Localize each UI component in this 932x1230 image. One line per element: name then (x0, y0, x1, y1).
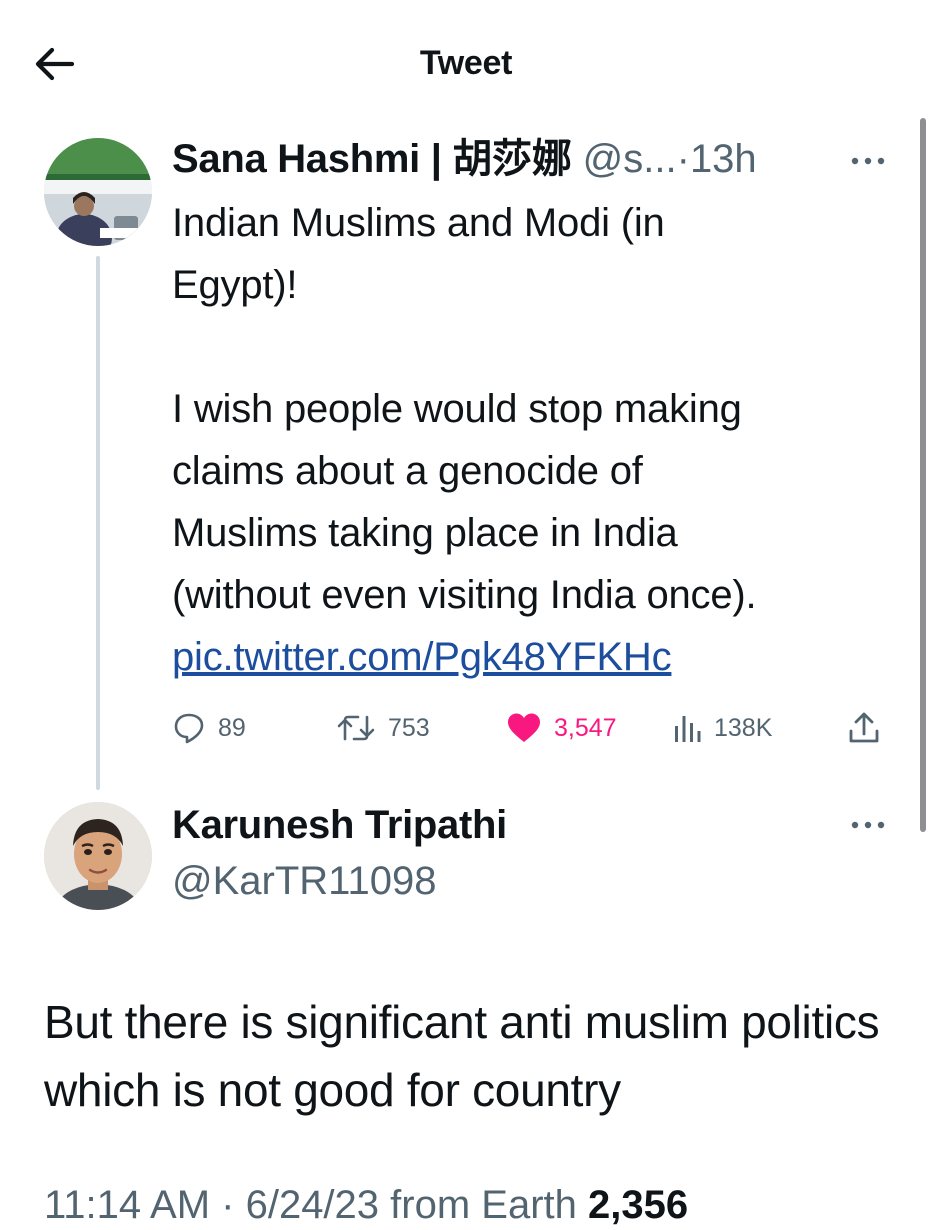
author-name[interactable]: Sana Hashmi | 胡莎娜 (172, 137, 572, 181)
profile-photo-icon (44, 802, 152, 910)
tweet-view-count: 2,356 (588, 1183, 689, 1227)
reply-author-handle[interactable]: @KarTR11098 (172, 856, 436, 906)
reply-text: But there is significant anti muslim pol… (44, 996, 880, 1116)
author-handle[interactable]: @s... (583, 137, 677, 181)
retweet-button[interactable]: 753 (336, 706, 430, 750)
reply-author-name[interactable]: Karunesh Tripathi (172, 800, 507, 850)
like-count: 3,547 (554, 713, 617, 742)
more-options-button[interactable] (846, 146, 890, 176)
tweet-text: Indian Muslims and Modi (in Egypt)! I wi… (172, 192, 892, 688)
share-button[interactable] (846, 706, 894, 750)
more-dots-icon (851, 821, 885, 829)
like-button[interactable]: 3,547 (506, 706, 617, 750)
tweet-timestamp: 11:14 AM · 6/24/23 from Earth (44, 1183, 577, 1227)
tweet-time[interactable]: 13h (690, 137, 757, 181)
page-title: Tweet (419, 44, 513, 82)
reply-icon (174, 713, 204, 744)
more-dots-icon (851, 157, 885, 165)
avatar[interactable] (44, 138, 152, 246)
reply-more-options-button[interactable] (846, 810, 890, 840)
time-separator: · (676, 137, 690, 181)
tweet-meta: 11:14 AM · 6/24/23 from Earth 2,356 (44, 1180, 904, 1230)
retweet-icon (337, 715, 375, 741)
bar-chart-icon (675, 716, 701, 742)
top-bar: Tweet (0, 0, 932, 128)
reply-button[interactable]: 89 (172, 706, 246, 750)
view-count: 138K (714, 713, 773, 742)
thread-connector-line (96, 256, 100, 790)
tweet-actions: 89 753 3,547 138K (172, 706, 892, 750)
tweet-header: Sana Hashmi | 胡莎娜 @s...·13h (172, 134, 872, 184)
heart-icon (508, 713, 540, 742)
retweet-count: 753 (388, 713, 430, 742)
reply-count: 89 (218, 713, 246, 742)
share-icon (849, 712, 879, 743)
scrollbar[interactable] (920, 118, 926, 832)
media-link[interactable]: pic.twitter.com/Pgk48YFKHc (172, 635, 672, 679)
reply-avatar[interactable] (44, 802, 152, 910)
profile-photo-icon (44, 138, 152, 246)
tweet-body: Indian Muslims and Modi (in Egypt)! I wi… (172, 201, 757, 617)
views-button[interactable]: 138K (672, 706, 772, 750)
